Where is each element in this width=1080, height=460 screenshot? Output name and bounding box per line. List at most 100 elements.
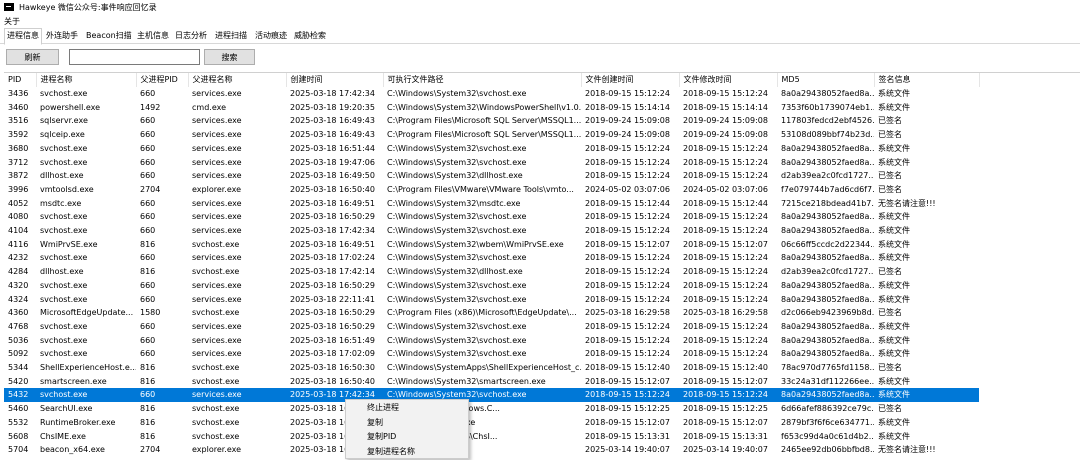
- md5-cell: d2ab39ea2c0fcd1727...: [781, 267, 874, 277]
- menu-item-copy-process-name[interactable]: 复制进程名称: [346, 445, 468, 459]
- file-modify-time-cell: 2018-09-15 15:12:25: [683, 404, 768, 414]
- pid-cell: 4116: [8, 239, 29, 249]
- table-row[interactable]: 4116 WmiPrvSE.exe 816 svchost.exe 2025-03-18…: [4, 238, 979, 252]
- parent-name-cell: services.exe: [192, 116, 242, 126]
- column-header-create-time[interactable]: 创建时间: [286, 73, 384, 87]
- file-create-time-cell: 2025-03-18 16:29:58: [585, 308, 670, 318]
- file-modify-time-cell: 2018-09-15 15:12:24: [683, 143, 768, 153]
- table-row[interactable]: 4284 dllhost.exe 816 svchost.exe 2025-03-18 …: [4, 265, 979, 279]
- table-row[interactable]: 5460 SearchUI.exe 816 svchost.exe 2025-03-18…: [4, 402, 979, 416]
- table-row[interactable]: 5704 beacon_x64.exe 2704 explorer.exe 2025-0…: [4, 443, 979, 457]
- parent-name-cell: svchost.exe: [192, 376, 240, 386]
- exe-path-cell: C:\Windows\System32\svchost.exe: [387, 335, 527, 345]
- md5-cell: 8a0a29438052faed8a...: [781, 143, 874, 153]
- parent-name-cell: services.exe: [192, 280, 242, 290]
- file-create-time-cell: 2018-09-15 15:12:07: [585, 376, 670, 386]
- table-row[interactable]: 3592 sqlceip.exe 660 services.exe 2025-03-18…: [4, 128, 979, 142]
- signature-cell: 已签名: [878, 308, 902, 318]
- parent-pid-cell: 1580: [140, 308, 161, 318]
- exe-path-cell: C:\Program Files\Microsoft SQL Server\MS…: [387, 116, 581, 126]
- process-name-cell: dllhost.exe: [40, 171, 84, 181]
- create-time-cell: 2025-03-18 22:11:41: [290, 294, 375, 304]
- parent-name-cell: services.exe: [192, 349, 242, 359]
- tab-process-info[interactable]: 进程信息: [4, 28, 42, 45]
- table-row[interactable]: 3712 svchost.exe 660 services.exe 2025-03-18…: [4, 156, 979, 170]
- menu-item-copy-pid[interactable]: 复制PID: [346, 430, 468, 444]
- file-modify-time-cell: 2018-09-15 15:14:14: [683, 102, 768, 112]
- table-row[interactable]: 4104 svchost.exe 660 services.exe 2025-03-18…: [4, 224, 979, 238]
- table-row[interactable]: 3680 svchost.exe 660 services.exe 2025-03-18…: [4, 142, 979, 156]
- table-row[interactable]: 3516 sqlservr.exe 660 services.exe 2025-03-1…: [4, 114, 979, 128]
- tab-beacon-scan[interactable]: Beacon扫描: [84, 29, 134, 43]
- table-row[interactable]: 5532 RuntimeBroker.exe 816 svchost.exe 2025-…: [4, 416, 979, 430]
- process-name-cell: svchost.exe: [40, 212, 88, 222]
- signature-cell: 系统文件: [878, 226, 910, 236]
- table-row[interactable]: 3460 powershell.exe 1492 cmd.exe 2025-03-18 …: [4, 101, 979, 115]
- signature-cell: 系统文件: [874, 388, 979, 403]
- table-row[interactable]: 5608 ChsIME.exe 816 svchost.exe 2025-03-18 1…: [4, 430, 979, 444]
- table-row[interactable]: 4052 msdtc.exe 660 services.exe 2025-03-18 1…: [4, 197, 979, 211]
- create-time-cell: 2025-03-18 16:49:43: [290, 130, 375, 140]
- table-row[interactable]: 4320 svchost.exe 660 services.exe 2025-03-18…: [4, 279, 979, 293]
- parent-pid-cell: 816: [140, 239, 156, 249]
- tab-activity-traces[interactable]: 活动痕迹: [253, 29, 289, 43]
- table-row[interactable]: 3996 vmtoolsd.exe 2704 explorer.exe 2025-03-…: [4, 183, 979, 197]
- column-header-file-create-time[interactable]: 文件创建时间: [581, 73, 680, 87]
- column-header-parent-name[interactable]: 父进程名称: [188, 73, 287, 87]
- menu-item-copy[interactable]: 复制: [346, 416, 468, 430]
- table-row[interactable]: 3872 dllhost.exe 660 services.exe 2025-03-18…: [4, 169, 979, 183]
- create-time-cell: 2025-03-18 16:49:51: [290, 198, 375, 208]
- pid-cell: 5704: [8, 445, 29, 455]
- create-time-cell: 2025-03-18 19:47:06: [290, 157, 375, 167]
- file-create-time-cell: 2019-09-24 15:09:08: [585, 116, 670, 126]
- search-input[interactable]: [69, 49, 200, 65]
- parent-name-cell: svchost.exe: [192, 417, 240, 427]
- parent-name-cell: services.exe: [192, 171, 242, 181]
- process-name-cell: sqlceip.exe: [40, 130, 85, 140]
- file-create-time-cell: 2018-09-15 15:13:31: [585, 431, 670, 441]
- signature-cell: 系统文件: [878, 157, 910, 167]
- md5-cell: 8a0a29438052faed8a...: [781, 157, 874, 167]
- column-header-file-modify-time[interactable]: 文件修改时间: [679, 73, 778, 87]
- table-row[interactable]: 4324 svchost.exe 660 services.exe 2025-03-18…: [4, 293, 979, 307]
- table-row[interactable]: 4232 svchost.exe 660 services.exe 2025-03-18…: [4, 251, 979, 265]
- table-row[interactable]: 4360 MicrosoftEdgeUpdate... 1580 svchost.ex…: [4, 306, 979, 320]
- column-header-md5[interactable]: MD5: [777, 73, 875, 87]
- tab-host-info[interactable]: 主机信息: [135, 29, 171, 43]
- table-row[interactable]: 5092 svchost.exe 660 services.exe 2025-03-18…: [4, 347, 979, 361]
- column-header-pid[interactable]: PID: [4, 73, 37, 87]
- menu-about[interactable]: 关于: [4, 16, 20, 27]
- create-time-cell: 2025-03-18 16:50:40: [290, 376, 375, 386]
- table-row[interactable]: 4768 svchost.exe 660 services.exe 2025-03-18…: [4, 320, 979, 334]
- table-row[interactable]: 4080 svchost.exe 660 services.exe 2025-03-18…: [4, 210, 979, 224]
- create-time-cell: 2025-03-18 16:49:43: [290, 116, 375, 126]
- signature-cell: 系统文件: [878, 239, 910, 249]
- parent-name-cell: services.exe: [192, 143, 242, 153]
- md5-cell: 8a0a29438052faed8a...: [781, 321, 874, 331]
- table-row[interactable]: 5420 smartscreen.exe 816 svchost.exe 2025-03…: [4, 375, 979, 389]
- column-header-exe-path[interactable]: 可执行文件路径: [383, 73, 582, 87]
- table-row[interactable]: 3436 svchost.exe 660 services.exe 2025-03-18…: [4, 87, 979, 101]
- table-row[interactable]: 5036 svchost.exe 660 services.exe 2025-03-18…: [4, 334, 979, 348]
- pid-cell: 4284: [8, 267, 29, 277]
- signature-cell: 系统文件: [878, 253, 910, 263]
- tab-threat-search[interactable]: 威胁检索: [292, 29, 328, 43]
- table-row[interactable]: 5344 ShellExperienceHost.e... 816 svchost.e…: [4, 361, 979, 375]
- file-create-time-cell: 2018-09-15 15:12:24: [585, 212, 670, 222]
- table-row[interactable]: 5432 svchost.exe 660 services.exe 2025-03-18…: [4, 388, 979, 403]
- menu-item-kill-process[interactable]: 终止进程: [346, 401, 468, 415]
- tab-process-scan[interactable]: 进程扫描: [213, 29, 249, 43]
- column-header-signature[interactable]: 签名信息: [874, 73, 980, 87]
- file-modify-time-cell: 2018-09-15 15:12:24: [683, 349, 768, 359]
- signature-cell: 已签名: [878, 363, 902, 373]
- column-header-process-name[interactable]: 进程名称: [36, 73, 137, 87]
- refresh-button[interactable]: 刷新: [6, 49, 59, 65]
- signature-cell: 已签名: [878, 184, 902, 194]
- process-name-cell: svchost.exe: [40, 349, 88, 359]
- tab-log-analysis[interactable]: 日志分析: [173, 29, 209, 43]
- md5-cell: d2c066eb9423969b8d...: [781, 308, 874, 318]
- column-header-parent-pid[interactable]: 父进程PID: [136, 73, 189, 87]
- tab-outbound-helper[interactable]: 外连助手: [44, 29, 80, 43]
- md5-cell: 8a0a29438052faed8a...: [781, 226, 874, 236]
- search-button[interactable]: 搜索: [204, 49, 255, 65]
